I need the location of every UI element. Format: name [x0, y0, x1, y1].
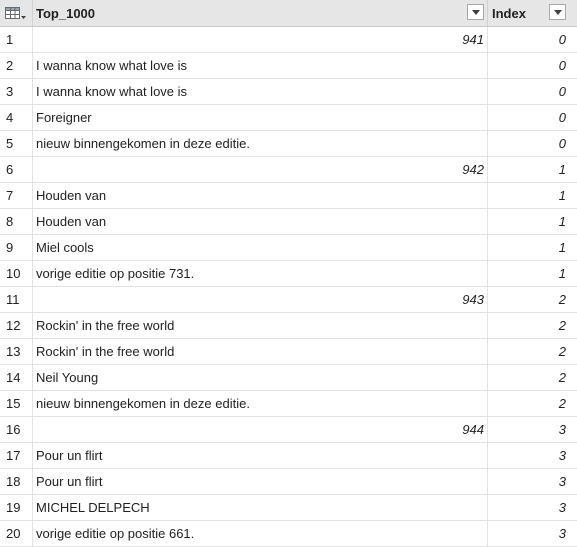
cell-index[interactable]: 1 [488, 183, 577, 208]
cell-top-1000[interactable]: I wanna know what love is [33, 53, 488, 78]
table-row[interactable]: 7 Houden van 1 [0, 183, 577, 209]
table-icon [5, 7, 26, 19]
cell-top-1000[interactable]: 941 [33, 27, 488, 52]
cell-top-1000[interactable]: MICHEL DELPECH [33, 495, 488, 520]
table-row[interactable]: 16 944 3 [0, 417, 577, 443]
row-number: 19 [0, 495, 33, 520]
cell-index[interactable]: 2 [488, 313, 577, 338]
data-preview-grid: Top_1000 Index 1 941 0 2 I wanna know what l… [0, 0, 577, 547]
cell-index[interactable]: 3 [488, 469, 577, 494]
row-number: 1 [0, 27, 33, 52]
column-header-top-1000[interactable]: Top_1000 [33, 0, 488, 26]
row-number: 7 [0, 183, 33, 208]
row-number: 3 [0, 79, 33, 104]
cell-top-1000[interactable]: 943 [33, 287, 488, 312]
cell-index[interactable]: 0 [488, 53, 577, 78]
table-row[interactable]: 14 Neil Young 2 [0, 365, 577, 391]
cell-index[interactable]: 0 [488, 79, 577, 104]
column-header-row: Top_1000 Index [0, 0, 577, 27]
row-number: 9 [0, 235, 33, 260]
cell-top-1000[interactable]: Pour un flirt [33, 469, 488, 494]
cell-index[interactable]: 1 [488, 209, 577, 234]
cell-top-1000[interactable]: Pour un flirt [33, 443, 488, 468]
row-number: 5 [0, 131, 33, 156]
cell-index[interactable]: 3 [488, 417, 577, 442]
row-number: 10 [0, 261, 33, 286]
cell-top-1000[interactable]: Houden van [33, 183, 488, 208]
table-row[interactable]: 8 Houden van 1 [0, 209, 577, 235]
cell-top-1000[interactable]: 942 [33, 157, 488, 182]
cell-top-1000[interactable]: Rockin' in the free world [33, 313, 488, 338]
cell-top-1000[interactable]: Houden van [33, 209, 488, 234]
row-number: 17 [0, 443, 33, 468]
table-body: 1 941 0 2 I wanna know what love is 0 3 I wanna… [0, 27, 577, 547]
cell-index[interactable]: 3 [488, 443, 577, 468]
table-row[interactable]: 13 Rockin' in the free world 2 [0, 339, 577, 365]
row-number: 8 [0, 209, 33, 234]
cell-top-1000[interactable]: Foreigner [33, 105, 488, 130]
row-number: 4 [0, 105, 33, 130]
filter-dropdown-icon[interactable] [467, 4, 484, 20]
table-row[interactable]: 2I wanna know what love is 0 [0, 53, 577, 79]
cell-top-1000[interactable]: nieuw binnengekomen in deze editie. [33, 391, 488, 416]
row-number: 20 [0, 521, 33, 546]
row-number: 6 [0, 157, 33, 182]
table-row[interactable]: 5 nieuw binnengekomen in deze editie. 0 [0, 131, 577, 157]
cell-top-1000[interactable]: Rockin' in the free world [33, 339, 488, 364]
row-number: 2 [0, 53, 33, 78]
row-number: 16 [0, 417, 33, 442]
cell-index[interactable]: 1 [488, 235, 577, 260]
table-row[interactable]: 17 Pour un flirt 3 [0, 443, 577, 469]
table-row[interactable]: 3I wanna know what love is 0 [0, 79, 577, 105]
cell-top-1000[interactable]: Miel cools [33, 235, 488, 260]
column-header-index[interactable]: Index [488, 0, 577, 26]
row-number: 12 [0, 313, 33, 338]
cell-index[interactable]: 3 [488, 495, 577, 520]
row-number: 18 [0, 469, 33, 494]
table-row[interactable]: 11 943 2 [0, 287, 577, 313]
cell-top-1000[interactable]: vorige editie op positie 731. [33, 261, 488, 286]
table-row[interactable]: 20 vorige editie op positie 661. 3 [0, 521, 577, 547]
row-number: 14 [0, 365, 33, 390]
cell-index[interactable]: 1 [488, 157, 577, 182]
cell-index[interactable]: 2 [488, 365, 577, 390]
table-row[interactable]: 6 942 1 [0, 157, 577, 183]
table-menu-button[interactable] [0, 0, 33, 26]
table-row[interactable]: 1 941 0 [0, 27, 577, 53]
table-row[interactable]: 19 MICHEL DELPECH 3 [0, 495, 577, 521]
table-row[interactable]: 12 Rockin' in the free world 2 [0, 313, 577, 339]
table-row[interactable]: 4 Foreigner 0 [0, 105, 577, 131]
table-row[interactable]: 10 vorige editie op positie 731. 1 [0, 261, 577, 287]
row-number: 13 [0, 339, 33, 364]
cell-top-1000[interactable]: vorige editie op positie 661. [33, 521, 488, 546]
cell-top-1000[interactable]: nieuw binnengekomen in deze editie. [33, 131, 488, 156]
cell-index[interactable]: 3 [488, 521, 577, 546]
cell-index[interactable]: 2 [488, 339, 577, 364]
column-header-label: Top_1000 [36, 6, 96, 21]
cell-index[interactable]: 0 [488, 27, 577, 52]
cell-index[interactable]: 1 [488, 261, 577, 286]
cell-index[interactable]: 2 [488, 391, 577, 416]
row-number: 15 [0, 391, 33, 416]
filter-dropdown-icon[interactable] [549, 4, 566, 20]
table-row[interactable]: 15 nieuw binnengekomen in deze editie. 2 [0, 391, 577, 417]
cell-index[interactable]: 0 [488, 105, 577, 130]
table-row[interactable]: 9 Miel cools 1 [0, 235, 577, 261]
cell-index[interactable]: 2 [488, 287, 577, 312]
cell-top-1000[interactable]: Neil Young [33, 365, 488, 390]
row-number: 11 [0, 287, 33, 312]
column-header-label: Index [492, 6, 526, 21]
cell-top-1000[interactable]: 944 [33, 417, 488, 442]
table-row[interactable]: 18 Pour un flirt 3 [0, 469, 577, 495]
cell-index[interactable]: 0 [488, 131, 577, 156]
cell-top-1000[interactable]: I wanna know what love is [33, 79, 488, 104]
